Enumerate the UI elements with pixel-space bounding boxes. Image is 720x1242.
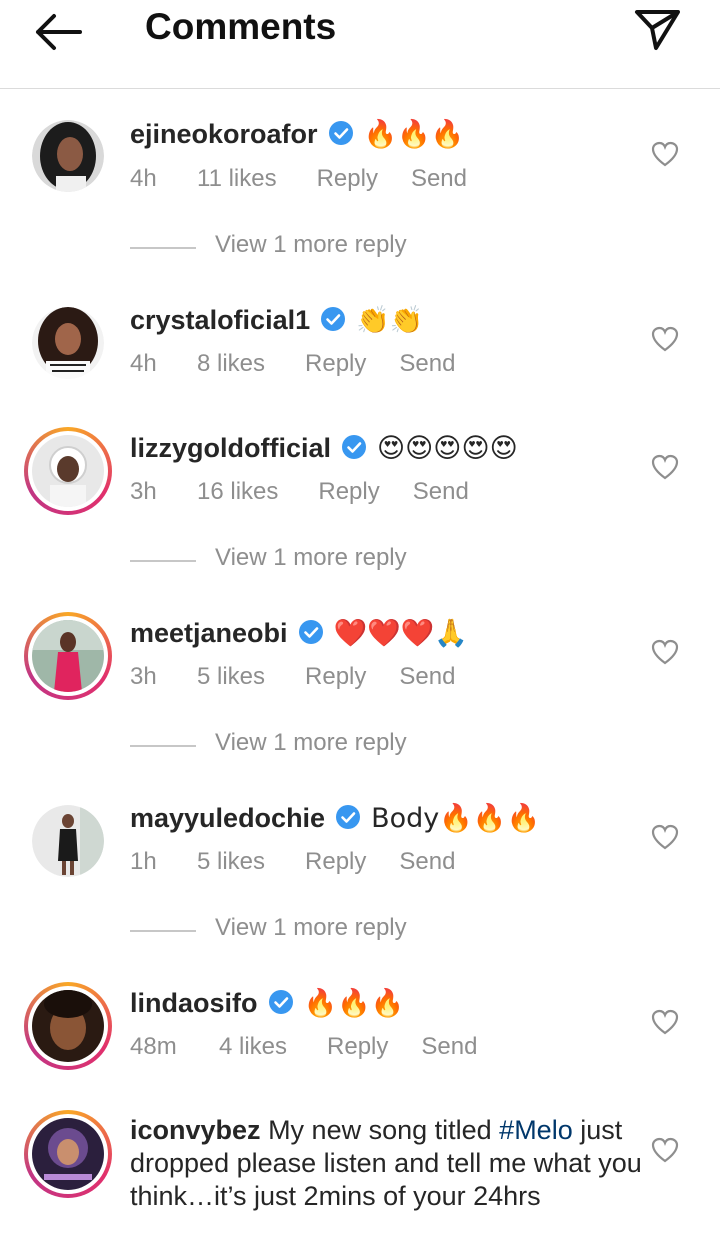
header-bar: Comments [0, 0, 720, 89]
comment-text: lindaosifo 🔥🔥🔥 [130, 987, 404, 1020]
verified-badge-icon [298, 620, 323, 644]
comment-meta: 3h 16 likes Reply Send [130, 478, 469, 506]
comment-meta: 4h 11 likes Reply Send [130, 165, 467, 193]
hashtag-link[interactable]: #Melo [499, 1115, 573, 1145]
avatar[interactable] [32, 307, 104, 379]
comment-time: 3h [130, 663, 157, 690]
avatar[interactable] [32, 805, 104, 877]
comment-body: My new song titled [268, 1115, 500, 1145]
comment-time: 4h [130, 350, 157, 377]
arrow-left-icon[interactable] [30, 10, 86, 54]
verified-badge-icon [328, 121, 353, 145]
comment-time: 3h [130, 478, 157, 505]
view-more-label[interactable]: View 1 more reply [215, 544, 407, 572]
comment-likes[interactable]: 5 likes [197, 663, 265, 691]
avatar-photo [32, 1118, 104, 1190]
comment-body: Body🔥🔥🔥 [371, 803, 541, 834]
comment-text: meetjaneobi ❤️❤️❤️🙏 [130, 617, 468, 650]
comment-text: ejineokoroafor 🔥🔥🔥 [130, 118, 464, 151]
comment-likes[interactable]: 8 likes [197, 350, 265, 378]
heart-icon[interactable] [651, 639, 679, 665]
view-more-replies[interactable]: View 1 more reply [130, 729, 530, 761]
comment-username[interactable]: crystaloficial1 [130, 305, 310, 335]
avatar-photo [32, 120, 104, 192]
comment-body: 👏👏 [356, 305, 424, 336]
comment-text: crystaloficial1 👏👏 [130, 304, 423, 337]
send-button[interactable]: Send [411, 165, 467, 193]
comment-username[interactable]: lizzygoldofficial [130, 433, 331, 463]
divider [130, 930, 196, 932]
avatar[interactable] [32, 120, 104, 192]
comment-likes[interactable]: 4 likes [219, 1033, 287, 1061]
comment-username[interactable]: mayyuledochie [130, 803, 325, 833]
heart-icon[interactable] [651, 326, 679, 352]
avatar-photo [32, 805, 104, 877]
reply-button[interactable]: Reply [305, 848, 366, 876]
avatar-photo [32, 620, 104, 692]
avatar-story-ring[interactable] [24, 1110, 112, 1198]
view-more-replies[interactable]: View 1 more reply [130, 231, 530, 263]
send-button[interactable]: Send [399, 848, 455, 876]
heart-icon[interactable] [651, 1009, 679, 1035]
comment-text: lizzygoldofficial 😍😍😍😍😍 [130, 432, 518, 465]
comment-username[interactable]: lindaosifo [130, 988, 258, 1018]
view-more-label[interactable]: View 1 more reply [215, 914, 407, 942]
comment-body: ❤️❤️❤️🙏 [333, 618, 469, 649]
send-button[interactable]: Send [413, 478, 469, 506]
comment-username[interactable]: iconvybez [130, 1115, 261, 1145]
comment-likes[interactable]: 5 likes [197, 848, 265, 876]
reply-button[interactable]: Reply [317, 165, 378, 193]
heart-icon[interactable] [651, 141, 679, 167]
heart-icon[interactable] [651, 824, 679, 850]
avatar-story-ring[interactable] [24, 427, 112, 515]
send-button[interactable]: Send [399, 663, 455, 691]
paper-plane-icon[interactable] [632, 4, 682, 54]
view-more-label[interactable]: View 1 more reply [215, 729, 407, 757]
avatar-story-ring[interactable] [24, 982, 112, 1070]
send-button[interactable]: Send [399, 350, 455, 378]
comment-meta: 1h 5 likes Reply Send [130, 848, 455, 876]
view-more-label[interactable]: View 1 more reply [215, 231, 407, 259]
avatar-photo [32, 307, 104, 379]
comment-meta: 4h 8 likes Reply Send [130, 350, 455, 378]
heart-icon[interactable] [651, 454, 679, 480]
comment-time: 48m [130, 1033, 177, 1060]
verified-badge-icon [321, 307, 346, 331]
divider [130, 247, 196, 249]
verified-badge-icon [342, 435, 367, 459]
avatar-photo [32, 990, 104, 1062]
comment-meta: 48m 4 likes Reply Send [130, 1033, 477, 1061]
divider [130, 745, 196, 747]
comment-text: mayyuledochie Body🔥🔥🔥 [130, 802, 540, 835]
heart-icon[interactable] [651, 1137, 679, 1163]
page-title: Comments [145, 6, 337, 47]
comment-body: 🔥🔥🔥 [303, 988, 405, 1019]
comment-body: 🔥🔥🔥 [363, 119, 465, 150]
reply-button[interactable]: Reply [305, 350, 366, 378]
reply-button[interactable]: Reply [318, 478, 379, 506]
comment-username[interactable]: meetjaneobi [130, 618, 288, 648]
view-more-replies[interactable]: View 1 more reply [130, 544, 530, 576]
comment-username[interactable]: ejineokoroafor [130, 119, 318, 149]
send-button[interactable]: Send [421, 1033, 477, 1061]
comment-meta: 3h 5 likes Reply Send [130, 663, 455, 691]
avatar-photo [32, 435, 104, 507]
reply-button[interactable]: Reply [327, 1033, 388, 1061]
comment-body: 😍😍😍😍😍 [377, 433, 518, 464]
divider [130, 560, 196, 562]
comment-text: iconvybez My new song titled #Melo just … [130, 1114, 650, 1213]
comment-likes[interactable]: 11 likes [197, 165, 277, 193]
reply-button[interactable]: Reply [305, 663, 366, 691]
comment-time: 4h [130, 165, 157, 192]
comment-time: 1h [130, 848, 157, 875]
avatar-story-ring[interactable] [24, 612, 112, 700]
comment-likes[interactable]: 16 likes [197, 478, 278, 506]
verified-badge-icon [268, 990, 293, 1014]
verified-badge-icon [336, 805, 361, 829]
view-more-replies[interactable]: View 1 more reply [130, 914, 530, 946]
